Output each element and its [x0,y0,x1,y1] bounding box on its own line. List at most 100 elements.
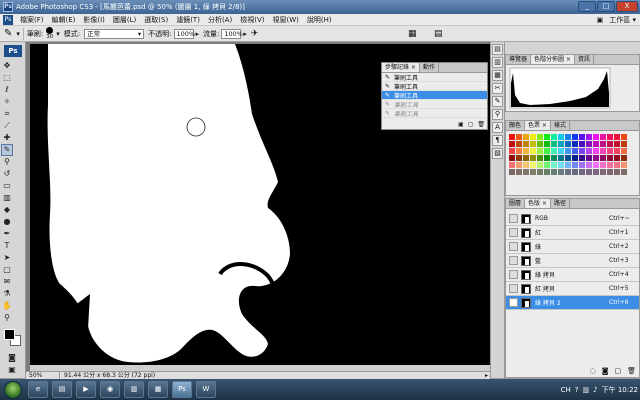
blur-tool-icon[interactable]: ◆ [2,205,12,215]
brush-dropdown-icon[interactable]: ▾ [56,30,60,38]
swatch[interactable] [621,169,627,175]
swatch[interactable] [593,169,599,175]
swatch[interactable] [621,141,627,147]
swatch[interactable] [537,162,543,168]
screen-mode-icon[interactable]: ▣ [7,365,17,375]
swatch[interactable] [607,155,613,161]
swatch[interactable] [621,162,627,168]
trash-icon[interactable]: 🗑 [627,367,636,375]
clone-panel-icon[interactable]: ⚲ [492,109,503,120]
menu-layer[interactable]: 圖層(L) [109,15,140,25]
swatch[interactable] [572,141,578,147]
swatch[interactable] [509,134,515,140]
eye-icon[interactable] [509,298,518,307]
photoshop-taskbar-icon[interactable]: Ps [172,381,192,398]
clock[interactable]: 下午 10:22 [602,385,638,395]
path-selection-tool-icon[interactable]: ➤ [2,253,12,263]
healing-tool-icon[interactable]: ✚ [2,133,12,143]
swatch[interactable] [509,169,515,175]
swatch[interactable] [544,169,550,175]
swatch[interactable] [614,155,620,161]
swatch[interactable] [544,134,550,140]
swatch[interactable] [572,134,578,140]
help-icon[interactable]: ? [575,386,579,394]
tab-channels[interactable]: 色版 × [525,199,551,208]
type-tool-icon[interactable]: T [2,241,12,251]
brushes-panel-icon[interactable]: ▤ [434,29,443,39]
zoom-tool-icon[interactable]: ⚲ [2,313,12,323]
tab-histogram[interactable]: 色階分佈圖 × [531,55,575,64]
swatch[interactable] [593,162,599,168]
swatch[interactable] [530,148,536,154]
swatch[interactable] [544,148,550,154]
swatch[interactable] [586,134,592,140]
zoom-field[interactable]: 50% [26,372,60,379]
history-item[interactable]: ✎ 筆刷工具 [382,109,487,118]
channel-row-blue[interactable]: 藍 Ctrl+3 [506,254,639,268]
minimize-button[interactable]: _ [578,1,596,12]
flow-dropdown-icon[interactable]: ▸ [243,30,247,38]
swatch[interactable] [579,148,585,154]
swatch[interactable] [516,141,522,147]
visibility-toggle[interactable] [509,284,518,293]
menu-help[interactable]: 說明(H) [303,15,336,25]
swatch[interactable] [537,155,543,161]
close-button[interactable]: X [616,1,638,12]
tab-navigator[interactable]: 導覽器 [506,55,532,64]
swatch[interactable] [565,134,571,140]
language-indicator[interactable]: CH [561,386,571,394]
foreground-color[interactable] [4,329,15,340]
tool-preset-arrow-icon[interactable]: ▾ [16,30,20,38]
swatch[interactable] [523,134,529,140]
swatch[interactable] [586,148,592,154]
palette-well-icon[interactable]: ▦ [408,29,417,39]
swatch[interactable] [593,148,599,154]
airbrush-icon[interactable]: ✈ [251,29,259,39]
ie-icon[interactable]: e [28,381,48,398]
swatch[interactable] [593,134,599,140]
word-icon[interactable]: W [196,381,216,398]
swatch[interactable] [530,169,536,175]
tab-history[interactable]: 步驟記錄 × [382,63,420,72]
swatch[interactable] [544,155,550,161]
swatch[interactable] [523,155,529,161]
swatch[interactable] [516,155,522,161]
swatch[interactable] [558,155,564,161]
menu-select[interactable]: 選取(S) [140,15,172,25]
gradient-tool-icon[interactable]: ▥ [2,193,12,203]
app-icon[interactable]: ▦ [148,381,168,398]
layer-comps-panel-icon[interactable]: ▧ [492,148,503,159]
brushes-panel-icon[interactable]: ✎ [492,96,503,107]
swatch[interactable] [607,134,613,140]
swatch[interactable] [551,169,557,175]
character-panel-icon[interactable]: A [492,122,503,133]
swatch[interactable] [558,162,564,168]
brush-tool-icon[interactable]: ✎ [4,28,12,39]
swatch[interactable] [509,148,515,154]
save-selection-icon[interactable]: ◙ [602,367,609,375]
swatch[interactable] [600,162,606,168]
swatch[interactable] [614,169,620,175]
trash-icon[interactable]: 🗑 [477,121,485,128]
swatch[interactable] [565,155,571,161]
tab-swatches[interactable]: 色票 × [525,121,551,130]
swatch[interactable] [586,169,592,175]
swatch[interactable] [551,134,557,140]
swatch[interactable] [593,155,599,161]
menu-analysis[interactable]: 分析(A) [204,15,236,25]
swatch[interactable] [551,148,557,154]
swatch[interactable] [593,141,599,147]
swatch[interactable] [586,162,592,168]
swatch[interactable] [607,148,613,154]
slice-tool-icon[interactable]: ⟋ [2,121,12,131]
swatch[interactable] [600,134,606,140]
navigator-panel-icon[interactable]: ▤ [492,44,503,55]
swatch[interactable] [614,141,620,147]
swatch[interactable] [523,162,529,168]
channel-row-green[interactable]: 綠 Ctrl+2 [506,240,639,254]
swatch[interactable] [509,141,515,147]
notes-tool-icon[interactable]: ✉ [2,277,12,287]
visibility-toggle[interactable] [509,256,518,265]
swatch[interactable] [579,169,585,175]
visibility-toggle[interactable] [509,214,518,223]
